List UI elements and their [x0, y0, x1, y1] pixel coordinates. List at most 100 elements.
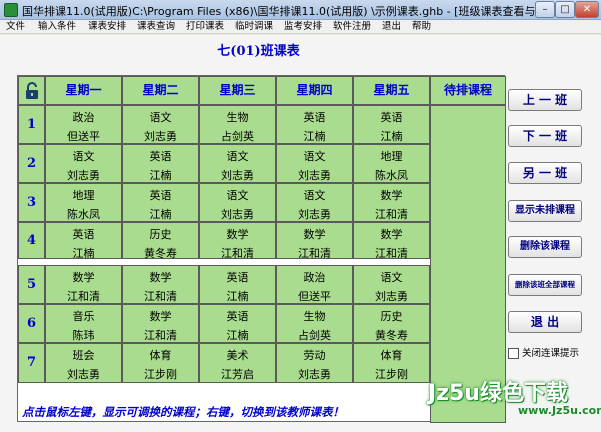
schedule-cell[interactable]: 数学 江和清 [199, 222, 276, 260]
schedule-cell[interactable]: 班会 刘志勇 [45, 343, 122, 383]
cell-teacher: 江和清 [144, 290, 177, 303]
menu-register[interactable]: 软件注册 [333, 20, 371, 33]
cell-subject: 音乐 [72, 310, 95, 323]
menu-print-schedule[interactable]: 打印课表 [186, 20, 224, 33]
schedule-cell[interactable]: 历史 黄冬寿 [353, 304, 430, 343]
cell-subject: 英语 [226, 271, 249, 284]
schedule-cell[interactable]: 数学 江和清 [122, 265, 199, 304]
schedule-cell[interactable]: 美术 江芳启 [199, 343, 276, 383]
cell-teacher: 江楠 [303, 130, 326, 143]
schedule-cell[interactable]: 劳动 刘志勇 [276, 343, 353, 383]
cell-subject: 历史 [380, 310, 403, 323]
schedule-cell[interactable]: 数学 江和清 [276, 222, 353, 260]
cell-subject: 地理 [72, 189, 95, 202]
exit-button[interactable]: 退 出 [508, 311, 582, 333]
close-link-prompt-checkbox[interactable] [508, 348, 519, 359]
schedule-cell[interactable]: 生物 占剑英 [199, 105, 276, 144]
schedule-cell[interactable]: 政治 但送平 [45, 105, 122, 144]
period-label: 5 [18, 265, 45, 304]
header-wednesday: 星期三 [199, 76, 276, 105]
schedule-cell[interactable]: 英语 江楠 [45, 222, 122, 260]
delete-all-courses-button[interactable]: 删除该班全部课程 [508, 274, 582, 296]
cell-teacher: 黄冬寿 [144, 247, 177, 260]
schedule-cell[interactable]: 语文 刘志勇 [199, 183, 276, 222]
schedule-cell[interactable]: 英语 江楠 [122, 183, 199, 222]
schedule-cell[interactable]: 地理 陈水凤 [45, 183, 122, 222]
cell-subject: 语文 [226, 150, 249, 163]
schedule-cell[interactable]: 英语 江楠 [199, 265, 276, 304]
schedule-cell[interactable]: 英语 江楠 [199, 304, 276, 343]
menu-schedule-query[interactable]: 课表查询 [137, 20, 175, 33]
schedule-cell[interactable]: 语文 刘志勇 [353, 265, 430, 304]
cell-subject: 生物 [303, 310, 326, 323]
schedule-cell[interactable]: 语文 刘志勇 [276, 183, 353, 222]
cell-subject: 数学 [149, 310, 172, 323]
cell-subject: 数学 [380, 228, 403, 241]
menu-exit[interactable]: 退出 [382, 20, 401, 33]
lock-cell[interactable] [18, 76, 45, 105]
cell-teacher: 但送平 [67, 130, 100, 143]
cell-subject: 英语 [303, 111, 326, 124]
cell-subject: 政治 [72, 111, 95, 124]
menu-temp-adjust[interactable]: 临时调课 [235, 20, 273, 33]
delete-course-button[interactable]: 删除该课程 [508, 236, 582, 258]
cell-subject: 英语 [72, 228, 95, 241]
cell-teacher: 占剑英 [221, 130, 254, 143]
schedule-cell[interactable]: 语文 刘志勇 [122, 105, 199, 144]
schedule-cell[interactable]: 英语 江楠 [122, 144, 199, 183]
cell-teacher: 陈水凤 [375, 169, 408, 182]
cell-teacher: 刘志勇 [375, 290, 408, 303]
watermark-logo: Jz5u绿色下载 [428, 381, 568, 406]
cell-teacher: 江楠 [226, 329, 249, 342]
menu-schedule-arrange[interactable]: 课表安排 [88, 20, 126, 33]
cell-subject: 英语 [149, 189, 172, 202]
watermark-url: www.Jz5u.com [518, 404, 601, 417]
menu-help[interactable]: 帮助 [412, 20, 431, 33]
schedule-cell[interactable]: 英语 江楠 [276, 105, 353, 144]
schedule-cell[interactable]: 数学 江和清 [122, 304, 199, 343]
unlock-icon [26, 82, 38, 99]
schedule-cell[interactable]: 音乐 陈玮 [45, 304, 122, 343]
cell-subject: 历史 [149, 228, 172, 241]
schedule-cell[interactable]: 生物 占剑英 [276, 304, 353, 343]
cell-subject: 生物 [226, 111, 249, 124]
schedule-cell[interactable]: 体育 江步刚 [122, 343, 199, 383]
schedule-cell[interactable]: 数学 江和清 [353, 183, 430, 222]
menu-input-conditions[interactable]: 输入条件 [38, 20, 76, 33]
class-title: 七(01)班课表 [217, 44, 300, 59]
next-class-button[interactable]: 下 一 班 [508, 125, 582, 147]
cell-subject: 体育 [149, 349, 172, 362]
schedule-cell[interactable]: 数学 江和清 [45, 265, 122, 304]
schedule-cell[interactable]: 语文 刘志勇 [276, 144, 353, 183]
menu-exam-arrange[interactable]: 监考安排 [284, 20, 322, 33]
minimize-button[interactable]: – [535, 1, 555, 18]
period-label: 7 [18, 343, 45, 383]
close-link-prompt-label: 关闭连课提示 [522, 348, 580, 359]
app-icon [4, 3, 18, 17]
maximize-button[interactable]: □ [555, 1, 575, 18]
cell-subject: 美术 [226, 349, 249, 362]
cell-subject: 英语 [226, 310, 249, 323]
other-class-button[interactable]: 另 一 班 [508, 162, 582, 184]
schedule-cell[interactable]: 英语 江楠 [353, 105, 430, 144]
cell-subject: 数学 [226, 228, 249, 241]
menu-bar: 文件 输入条件 课表安排 课表查询 打印课表 临时调课 监考安排 软件注册 退出… [0, 20, 601, 34]
schedule-cell[interactable]: 历史 黄冬寿 [122, 222, 199, 260]
schedule-cell[interactable]: 政治 但送平 [276, 265, 353, 304]
cell-teacher: 刘志勇 [298, 368, 331, 381]
schedule-cell[interactable]: 体育 江步刚 [353, 343, 430, 383]
schedule-cell[interactable]: 数学 江和清 [353, 222, 430, 260]
cell-teacher: 占剑英 [298, 329, 331, 342]
cell-teacher: 江楠 [380, 130, 403, 143]
menu-file[interactable]: 文件 [6, 20, 25, 33]
period-label: 3 [18, 183, 45, 222]
show-unscheduled-button[interactable]: 显示未排课程 [508, 200, 582, 222]
schedule-cell[interactable]: 语文 刘志勇 [199, 144, 276, 183]
cell-teacher: 江步刚 [375, 368, 408, 381]
schedule-cell[interactable]: 语文 刘志勇 [45, 144, 122, 183]
prev-class-button[interactable]: 上 一 班 [508, 89, 582, 111]
cell-subject: 体育 [380, 349, 403, 362]
schedule-cell[interactable]: 地理 陈水凤 [353, 144, 430, 183]
close-button[interactable]: ✕ [575, 1, 599, 18]
cell-teacher: 刘志勇 [221, 208, 254, 221]
